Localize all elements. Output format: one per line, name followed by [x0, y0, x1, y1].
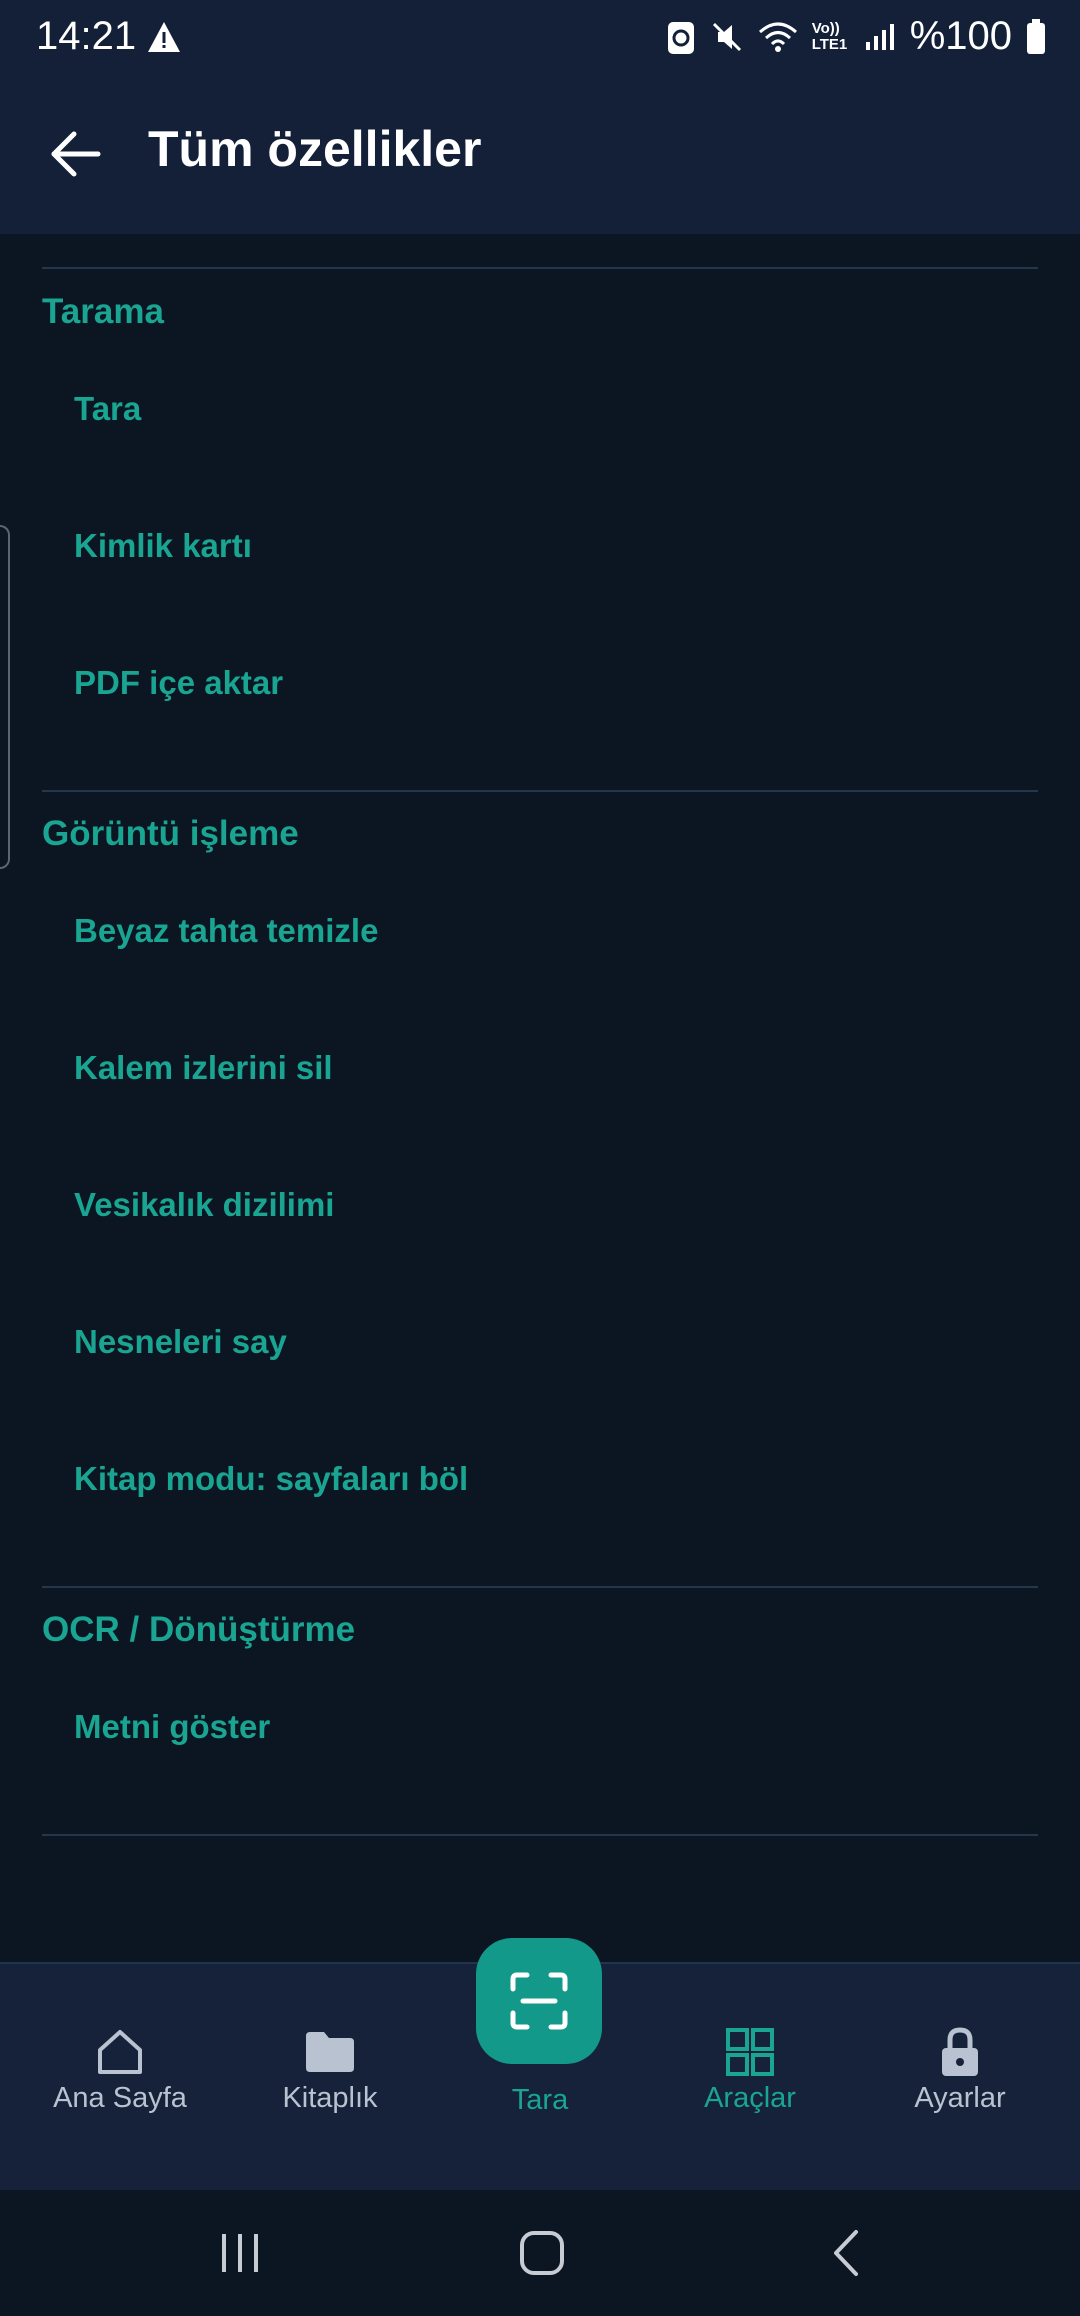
feature-item-vesikalik[interactable]: Vesikalık dizilimi — [0, 1136, 1080, 1273]
section-title-goruntu-isleme: Görüntü işleme — [42, 814, 299, 853]
feature-item-tara[interactable]: Tara — [0, 340, 1080, 477]
feature-item-label: Beyaz tahta temizle — [74, 911, 379, 949]
feature-item-label: Kitap modu: sayfaları böl — [74, 1459, 469, 1497]
feature-item-kimlik-karti[interactable]: Kimlik kartı — [0, 477, 1080, 614]
section-divider — [42, 1586, 1038, 1588]
signal-icon — [865, 23, 894, 50]
scan-button[interactable] — [476, 1938, 602, 2064]
page-title: Tüm özellikler — [148, 121, 482, 177]
back-button-icon[interactable] — [806, 2218, 886, 2288]
section-title-ocr: OCR / Dönüştürme — [42, 1610, 356, 1649]
nav-item-ana-sayfa[interactable]: Ana Sayfa — [12, 1964, 228, 2192]
feature-item-label: Tara — [74, 389, 142, 427]
warning-icon — [148, 22, 180, 52]
arrow-left-icon[interactable] — [44, 122, 108, 186]
feature-item-label: PDF içe aktar — [74, 663, 284, 701]
folder-icon — [306, 2032, 354, 2072]
grid-icon — [726, 2028, 774, 2076]
scan-icon — [510, 1972, 568, 2030]
feature-item-label: Kalem izlerini sil — [74, 1048, 333, 1086]
wifi-icon — [758, 22, 797, 52]
nav-label: Ana Sayfa — [53, 2082, 187, 2114]
recent-apps-icon[interactable] — [200, 2218, 280, 2288]
section-divider — [42, 790, 1038, 792]
recycle-icon — [667, 21, 694, 54]
nav-label: Araçlar — [704, 2082, 796, 2114]
nav-item-araclar[interactable]: Araçlar — [642, 1964, 858, 2192]
section-divider — [42, 267, 1038, 269]
section-title-tarama: Tarama — [42, 292, 164, 331]
nav-label: Kitaplık — [282, 2082, 378, 2114]
feature-item-label: Kimlik kartı — [74, 526, 252, 564]
feature-item-label: Vesikalık dizilimi — [74, 1185, 335, 1223]
lock-icon — [942, 2027, 978, 2076]
status-bar: 14:21 Vo)) LTE1 %100 — [0, 0, 1080, 76]
app-bar: Tüm özellikler — [0, 76, 1080, 234]
feature-item-pdf-ice-aktar[interactable]: PDF içe aktar — [0, 614, 1080, 751]
home-icon — [98, 2030, 142, 2074]
feature-item-label: Nesneleri say — [74, 1322, 287, 1360]
feature-item-label: Metni göster — [74, 1707, 271, 1745]
status-icons: Vo)) LTE1 %100 — [666, 14, 1046, 59]
mute-icon — [712, 22, 741, 51]
home-button-icon[interactable] — [502, 2218, 582, 2288]
feature-item-metni-goster[interactable]: Metni göster — [0, 1658, 1080, 1795]
scan-button-label: Tara — [511, 2084, 569, 2116]
edge-panel-handle[interactable] — [0, 525, 10, 869]
battery-text: %100 — [909, 14, 1012, 58]
system-nav-bar — [0, 2190, 1080, 2316]
status-time: 14:21 — [36, 14, 137, 58]
lte-label: Vo)) LTE1 — [811, 19, 848, 53]
feature-item-kalem-izleri[interactable]: Kalem izlerini sil — [0, 999, 1080, 1136]
nav-label: Ayarlar — [914, 2082, 1006, 2114]
features-list: Tarama Tara Kimlik kartı PDF içe aktar G… — [0, 234, 1080, 1962]
battery-icon — [1027, 18, 1045, 54]
feature-item-kitap-modu[interactable]: Kitap modu: sayfaları böl — [0, 1410, 1080, 1547]
feature-item-beyaz-tahta[interactable]: Beyaz tahta temizle — [0, 862, 1080, 999]
section-divider — [42, 1834, 1038, 1836]
nav-item-ayarlar[interactable]: Ayarlar — [852, 1964, 1068, 2192]
nav-item-kitaplik[interactable]: Kitaplık — [222, 1964, 438, 2192]
feature-item-nesneleri-say[interactable]: Nesneleri say — [0, 1273, 1080, 1410]
